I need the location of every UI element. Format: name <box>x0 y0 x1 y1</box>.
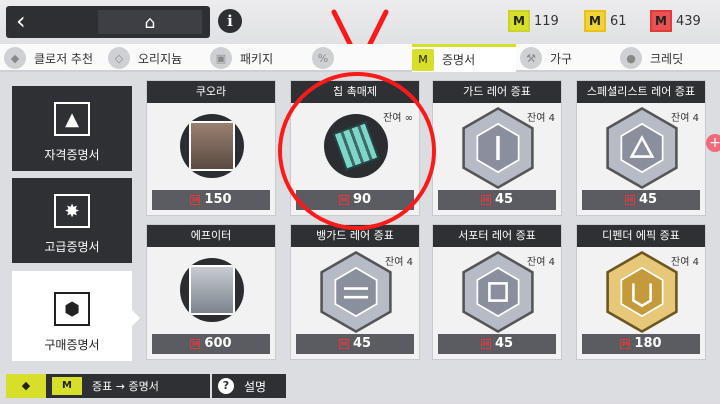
advanced-icon: ✸ <box>54 194 90 228</box>
home-button[interactable]: ⌂ <box>98 10 202 34</box>
shop-item-card[interactable]: 쿠오라 M 150 <box>146 80 276 216</box>
plus-icon[interactable]: + <box>706 134 720 152</box>
originium-icon: ◇ <box>108 47 130 69</box>
sale-icon: % <box>312 47 334 69</box>
question-icon: ? <box>218 378 234 394</box>
help-button[interactable]: ? 설명 <box>212 374 286 398</box>
sidebar-item-label: 고급증명서 <box>44 240 100 254</box>
shop-item-card[interactable]: 에프이터 M 600 <box>146 224 276 360</box>
convert-button[interactable]: ◆ M 증표 → 증명서 <box>6 374 210 398</box>
tab-credit[interactable]: ● 크레딧 <box>620 44 718 72</box>
tab-closer[interactable]: ◆ 클로저 추천 <box>4 44 104 72</box>
currency-red: M 439 <box>650 10 701 32</box>
red-certificate-icon: M <box>480 339 491 349</box>
tab-sale[interactable]: % <box>312 44 408 72</box>
package-icon: ▣ <box>210 47 232 69</box>
qualification-icon: ▲ <box>54 102 90 136</box>
price-value: 45 <box>638 192 658 207</box>
currency-green: M 119 <box>508 10 559 32</box>
red-certificate-icon: M <box>190 195 201 205</box>
token-icon: ◆ <box>6 374 46 398</box>
currency-gold: M 61 <box>584 10 627 32</box>
credit-icon: ● <box>620 47 642 69</box>
tab-label: 증명서 <box>442 53 476 67</box>
red-certificate-icon: M <box>650 10 672 32</box>
tab-furniture[interactable]: ⚒ 가구 <box>520 44 616 72</box>
green-certificate-icon: M <box>508 10 530 32</box>
sidebar-item-qualification[interactable]: ▲ 자격증명서 <box>12 86 132 171</box>
character-portrait <box>189 121 235 171</box>
red-certificate-icon: M <box>480 195 491 205</box>
tab-label: 가구 <box>550 51 573 66</box>
home-icon: ⌂ <box>144 13 156 33</box>
silver-token-icon <box>599 105 685 191</box>
info-button[interactable]: i <box>218 9 242 33</box>
sidebar-item-label: 자격증명서 <box>44 148 100 162</box>
price-tag: M 180 <box>582 334 700 354</box>
item-image <box>180 258 244 322</box>
price-tag: M 150 <box>152 190 270 210</box>
gold-token-icon <box>599 249 685 335</box>
hammer-icon: ⚒ <box>520 47 542 69</box>
tab-certificate[interactable]: M 증명서 <box>412 44 516 72</box>
tab-package[interactable]: ▣ 패키지 <box>210 44 308 72</box>
shop-item-card[interactable]: 스페셜리스트 레어 증표 잔여 4 M 45 <box>576 80 706 216</box>
currency-value: 439 <box>676 13 701 29</box>
sidebar-item-label: 구매증명서 <box>44 338 100 352</box>
certificate-icon: M <box>412 48 434 71</box>
chevron-left-icon: ‹ <box>16 7 26 35</box>
price-tag: M 45 <box>582 190 700 210</box>
price-tag: M 45 <box>438 190 556 210</box>
price-tag: M 45 <box>438 334 556 354</box>
currency-value: 119 <box>534 13 559 29</box>
closer-icon: ◆ <box>4 47 26 69</box>
item-name: 쿠오라 <box>147 81 275 103</box>
red-certificate-icon: M <box>620 339 631 349</box>
item-name: 스페셜리스트 레어 증표 <box>577 81 705 103</box>
price-value: 600 <box>204 336 232 351</box>
tab-label: 클로저 추천 <box>34 51 94 66</box>
tab-originium[interactable]: ◇ 오리지늄 <box>108 44 206 72</box>
shop-item-card[interactable]: 디펜더 에픽 증표 잔여 4 M 180 <box>576 224 706 360</box>
price-value: 45 <box>494 192 514 207</box>
red-certificate-icon: M <box>624 195 635 205</box>
price-tag: M 45 <box>296 334 414 354</box>
tab-label: 패키지 <box>240 51 274 66</box>
item-name: 에프이터 <box>147 225 275 247</box>
item-name: 가드 레어 증표 <box>433 81 561 103</box>
gold-certificate-icon: M <box>584 10 606 32</box>
price-value: 180 <box>634 336 662 351</box>
item-name: 디펜더 에픽 증표 <box>577 225 705 247</box>
back-button[interactable]: ‹ <box>16 9 40 33</box>
purchase-cube-icon: ⬢ <box>54 292 90 326</box>
price-value: 45 <box>494 336 514 351</box>
red-certificate-icon: M <box>338 339 349 349</box>
convert-label: 증표 → 증명서 <box>92 380 159 393</box>
silver-token-icon <box>313 249 399 335</box>
red-certificate-icon: M <box>190 339 201 349</box>
tab-label: 오리지늄 <box>138 51 183 66</box>
category-tabs: ◆ 클로저 추천 ◇ 오리지늄 ▣ 패키지 % M 증명서 ⚒ 가구 ● 크레딧 <box>0 44 720 72</box>
price-tag: M 600 <box>152 334 270 354</box>
shop-item-card[interactable]: 가드 레어 증표 잔여 4 M 45 <box>432 80 562 216</box>
item-name: 서포터 레어 증표 <box>433 225 561 247</box>
item-image <box>180 114 244 178</box>
silver-token-icon <box>455 249 541 335</box>
currency-value: 61 <box>610 13 627 29</box>
certificate-icon: M <box>52 377 82 395</box>
tab-label: 크레딧 <box>650 51 684 66</box>
shop-item-card[interactable]: 뱅가드 레어 증표 잔여 4 M 45 <box>290 224 420 360</box>
silver-token-icon <box>455 105 541 191</box>
character-portrait <box>189 265 235 315</box>
shop-item-card[interactable]: 서포터 레어 증표 잔여 4 M 45 <box>432 224 562 360</box>
price-value: 150 <box>204 192 232 207</box>
sidebar-item-advanced[interactable]: ✸ 고급증명서 <box>12 178 132 263</box>
price-value: 45 <box>352 336 372 351</box>
sidebar-item-purchase[interactable]: ⬢ 구매증명서 <box>12 271 132 361</box>
help-label: 설명 <box>244 379 267 394</box>
nav-group: ‹ ⌂ <box>6 6 210 38</box>
active-indicator <box>132 310 140 326</box>
